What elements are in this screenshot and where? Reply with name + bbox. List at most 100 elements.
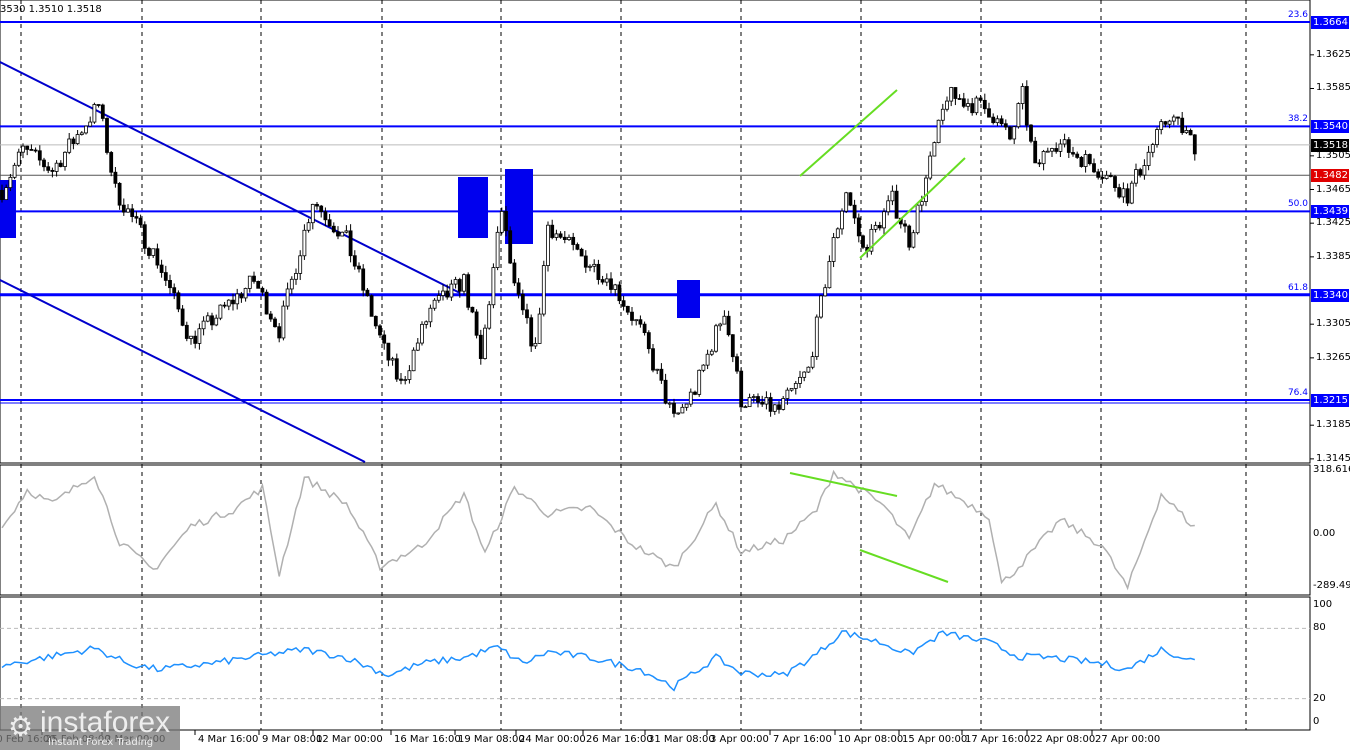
candle <box>735 353 739 374</box>
price-tick: 1.3585 <box>1316 82 1350 94</box>
candle <box>487 300 492 330</box>
candle <box>256 280 261 289</box>
zone-box[interactable] <box>458 177 488 238</box>
forex-chart[interactable] <box>0 0 1350 750</box>
candle <box>1176 116 1180 125</box>
marked-price-tag: 1.3482 <box>1311 169 1349 183</box>
candle <box>172 283 177 300</box>
candle <box>802 371 807 382</box>
candle <box>37 145 42 166</box>
candle <box>302 224 307 260</box>
cci-divergence-line[interactable] <box>859 549 949 583</box>
time-axis-label: 9 Mar 08:00 <box>262 734 323 745</box>
candle <box>298 250 303 281</box>
candle <box>609 272 613 294</box>
candle <box>168 274 172 295</box>
candle <box>205 312 210 323</box>
candle <box>84 125 88 135</box>
candle <box>142 221 147 255</box>
candle <box>415 338 420 352</box>
candle <box>970 98 975 116</box>
zone-box[interactable] <box>677 280 700 318</box>
candle <box>495 226 500 271</box>
ohlc-readout: 3530 1.3510 1.3518 <box>0 4 102 15</box>
candle <box>373 315 378 329</box>
candle <box>319 204 324 218</box>
candle <box>701 364 706 373</box>
candle <box>424 320 429 329</box>
candle <box>978 95 983 103</box>
cci-divergence-line[interactable] <box>789 472 898 497</box>
candle <box>403 375 408 385</box>
panel-frame <box>0 0 1311 464</box>
candle <box>533 337 538 349</box>
candle <box>483 324 487 360</box>
time-axis-label: 7 Apr 16:00 <box>773 734 832 745</box>
price-tick: 1.3305 <box>1316 318 1350 330</box>
candle <box>789 387 794 392</box>
candle <box>12 162 17 180</box>
candle <box>1138 167 1143 178</box>
candle <box>663 373 668 405</box>
candle <box>365 288 370 297</box>
candle <box>680 403 685 414</box>
candle <box>684 403 689 411</box>
candle <box>596 259 601 285</box>
candle <box>113 166 118 188</box>
candle <box>848 192 853 207</box>
candle <box>88 116 93 127</box>
time-axis-label: 27 Apr 00:00 <box>1095 734 1161 745</box>
candle <box>567 234 571 241</box>
price-tick: 1.3385 <box>1316 250 1350 262</box>
candle <box>310 203 315 230</box>
candle <box>911 229 916 249</box>
instaforex-watermark: ⚙ instaforex Instant Forex Trading <box>0 706 180 750</box>
candle <box>239 291 244 303</box>
candle <box>743 405 748 409</box>
price-tick: 1.3625 <box>1316 48 1350 60</box>
candle <box>33 147 38 153</box>
candle <box>197 323 202 350</box>
candle <box>819 294 823 319</box>
candle <box>793 380 798 395</box>
candle <box>134 211 139 224</box>
candle <box>554 229 559 241</box>
candle <box>386 342 391 367</box>
trend-line[interactable] <box>799 89 898 177</box>
candle <box>991 113 996 125</box>
candle <box>1142 159 1147 180</box>
candle <box>163 265 168 286</box>
time-axis-label: 12 Mar 00:00 <box>316 734 383 745</box>
candle <box>1113 175 1117 192</box>
candle <box>1033 136 1038 164</box>
candle <box>58 160 63 168</box>
candle <box>382 330 387 350</box>
candle <box>340 231 345 237</box>
candle <box>1016 102 1021 129</box>
candle <box>348 224 353 263</box>
candle <box>336 226 340 240</box>
candle <box>428 304 433 328</box>
candle <box>294 268 298 285</box>
candle <box>46 162 51 174</box>
candle <box>1100 171 1105 184</box>
candle <box>928 151 933 181</box>
candle <box>1050 147 1054 157</box>
time-axis-label: 4 Mar 16:00 <box>198 734 259 745</box>
candle <box>63 151 67 171</box>
candle <box>604 273 609 287</box>
candle <box>646 330 651 354</box>
candle <box>1087 153 1092 166</box>
candle <box>861 234 865 250</box>
fib-label: 50.0 <box>1287 199 1308 210</box>
time-axis-label: 31 Mar 08:00 <box>648 734 715 745</box>
channel-line-upper[interactable] <box>0 61 461 294</box>
candle <box>264 289 269 315</box>
candle <box>357 262 361 273</box>
candle <box>785 387 790 405</box>
candle <box>306 218 311 233</box>
candle <box>831 232 836 268</box>
candle <box>407 365 412 384</box>
candle <box>105 117 109 155</box>
cci-axis-label: -289.4932 <box>1313 580 1350 591</box>
